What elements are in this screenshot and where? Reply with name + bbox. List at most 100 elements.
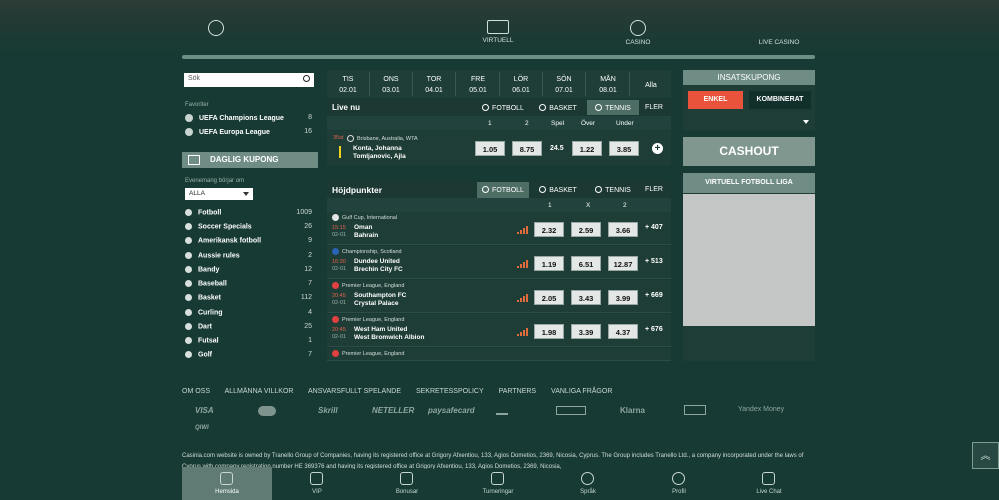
more-markets[interactable]: + 407 [645, 224, 663, 231]
sport-item-dart[interactable]: Dart 25 [185, 323, 312, 330]
more-markets[interactable]: + 513 [645, 258, 663, 265]
tab-live-more[interactable]: FLER [641, 100, 667, 115]
nav-virtual[interactable]: VIRTUELL [458, 20, 538, 44]
footer-link[interactable]: ALLMÄNNA VILLKOR [225, 388, 294, 395]
basketball-icon [539, 104, 547, 111]
tab-hl-basket[interactable]: BASKET [532, 182, 584, 197]
klarna-logo: Klarna [620, 406, 645, 415]
odd-button[interactable]: 2.59 [571, 222, 601, 237]
bottom-nav-live-chat[interactable]: Live Chat [724, 467, 814, 500]
league-label: Gulf Cup, International [332, 214, 397, 221]
live-match-row[interactable]: 35st Brisbane, Australia, WTA Konta, Joh… [327, 131, 671, 165]
aussie-rules-icon [185, 252, 192, 259]
match-row[interactable]: Premier League, England 20:45 02-01 South… [327, 280, 671, 313]
sport-item-golf[interactable]: Golf 7 [185, 351, 312, 358]
soccer-icon [185, 209, 192, 216]
footer-link[interactable]: OM OSS [182, 388, 210, 395]
odd-button[interactable]: 3.99 [608, 290, 638, 305]
odd-button[interactable]: 3.43 [571, 290, 601, 305]
sport-item-futsal[interactable]: Futsal 1 [185, 337, 312, 344]
day-tab[interactable]: TIS 02.01 [328, 74, 368, 96]
trophy-icon [185, 114, 193, 122]
odd-button[interactable]: 3.85 [609, 141, 639, 156]
match-row[interactable]: Premier League, England [327, 348, 671, 361]
bottom-nav-tournaments[interactable]: Turneringar [453, 467, 543, 500]
day-tab[interactable]: MÅN 08.01 [588, 74, 628, 96]
add-icon[interactable]: + [652, 143, 663, 154]
match-row[interactable]: Gulf Cup, International 15:15 02-01 Oman B… [327, 212, 671, 245]
bottom-nav-profile[interactable]: Profil [634, 467, 724, 500]
day-tab[interactable]: ONS 03.01 [371, 74, 411, 96]
day-tab[interactable]: LÖR 06.01 [501, 74, 541, 96]
odd-button[interactable]: 12.87 [608, 256, 638, 271]
more-markets[interactable]: + 669 [645, 292, 663, 299]
american-football-icon [185, 237, 192, 244]
footer-link[interactable]: VANLIGA FRÅGOR [551, 388, 612, 395]
odd-button[interactable]: 4.37 [608, 324, 638, 339]
odd-button[interactable]: 2.32 [534, 222, 564, 237]
footer-link[interactable]: ANSVARSFULLT SPELANDE [308, 388, 401, 395]
soccer-icon [185, 223, 192, 230]
sport-item-baseball[interactable]: Baseball 7 [185, 280, 312, 287]
sport-item-curling[interactable]: Curling 4 [185, 309, 312, 316]
tab-hl-football[interactable]: FOTBOLL [477, 182, 529, 198]
odd-button[interactable]: 3.66 [608, 222, 638, 237]
sport-item-basket[interactable]: Basket 112 [185, 294, 312, 301]
england-flag-icon [332, 282, 339, 289]
day-tab[interactable]: SÖN 07.01 [544, 74, 584, 96]
search-input[interactable]: Sök [184, 73, 314, 87]
day-tab-all[interactable]: Alla [631, 80, 671, 91]
odd-button[interactable]: 6.51 [571, 256, 601, 271]
sport-item-bandy[interactable]: Bandy 12 [185, 266, 312, 273]
tab-live-tennis[interactable]: TENNIS [587, 100, 639, 115]
tab-live-basket[interactable]: BASKET [532, 100, 584, 115]
odd-button[interactable]: 8.75 [512, 141, 542, 156]
odd-button[interactable]: 1.98 [534, 324, 564, 339]
footer-link[interactable]: SEKRETESSPOLICY [416, 388, 484, 395]
sport-item-fotboll[interactable]: Fotboll 1009 [185, 209, 312, 216]
match-row[interactable]: Premier League, England 20:45 02-01 West … [327, 314, 671, 347]
qiwi-logo: QIWI [195, 425, 209, 431]
nav-casino[interactable]: CASINO [598, 20, 678, 46]
nav-live-casino[interactable]: LIVE CASINO [739, 20, 819, 46]
odd-button[interactable]: 1.05 [475, 141, 505, 156]
match-row[interactable]: Championship, Scotland 16:30 02-01 Dundee… [327, 246, 671, 279]
search-icon[interactable] [303, 75, 310, 82]
event-filter-select[interactable]: ALLA [185, 188, 253, 200]
teams: Konta, Johanna Tomljanovic, Ajla [353, 145, 406, 160]
bottom-nav-vip[interactable]: VIP [272, 467, 362, 500]
fav-item[interactable]: UEFA Champions League 8 [185, 114, 312, 122]
league-label: Brisbane, Australia, WTA [347, 135, 418, 142]
chevron-down-icon[interactable] [803, 120, 809, 124]
chat-icon [762, 472, 775, 485]
tab-live-football[interactable]: FOTBOLL [477, 100, 529, 115]
combo-bet-button[interactable]: KOMBINERAT [749, 91, 811, 109]
bottom-nav-bonus[interactable]: Bonusar [362, 467, 452, 500]
single-bet-button[interactable]: ENKEL [688, 91, 743, 109]
odd-button[interactable]: 3.39 [571, 324, 601, 339]
fav-item[interactable]: UEFA Europa League 16 [185, 128, 312, 136]
daily-coupon-button[interactable]: DAGLIG KUPONG [182, 152, 318, 168]
bottom-nav-home[interactable]: Hemsida [182, 467, 272, 500]
odd-button[interactable]: 2.05 [534, 290, 564, 305]
sport-item-aussie-rules[interactable]: Aussie rules 2 [185, 252, 312, 259]
signal-icon [517, 294, 528, 302]
odd-button[interactable]: 1.19 [534, 256, 564, 271]
footer-link[interactable]: PARTNERS [499, 388, 536, 395]
cashout-button[interactable]: CASHOUT [683, 137, 815, 166]
sport-item-soccer-specials[interactable]: Soccer Specials 26 [185, 223, 312, 230]
tab-hl-tennis[interactable]: TENNIS [587, 182, 639, 197]
bottom-nav-language[interactable]: Språk [543, 467, 633, 500]
tennis-icon [595, 186, 603, 193]
more-markets[interactable]: + 676 [645, 326, 663, 333]
day-tab[interactable]: FRE 05.01 [458, 74, 498, 96]
bank-transfer-logo [496, 405, 508, 415]
sport-item-american-football[interactable]: Amerikansk fotboll 9 [185, 237, 312, 244]
tab-hl-more[interactable]: FLER [641, 182, 667, 197]
odd-button[interactable]: 1.22 [572, 141, 602, 156]
nav-sports[interactable] [176, 20, 256, 39]
paysafecard-logo: paysafecard [428, 406, 475, 415]
scroll-top-button[interactable]: ︽ [972, 442, 999, 469]
bet-slip-title: INSATSKUPONG [683, 70, 815, 85]
day-tab[interactable]: TOR 04.01 [414, 74, 454, 96]
